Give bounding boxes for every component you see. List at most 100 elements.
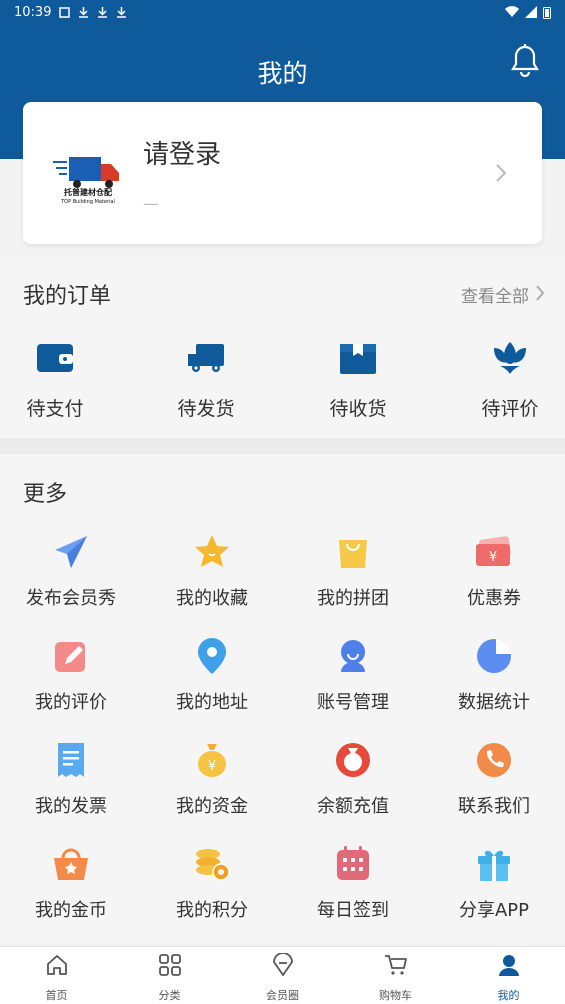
chevron-right-icon[interactable] (535, 284, 545, 302)
grid-item-coupons[interactable]: ¥ 优惠券 (424, 532, 564, 610)
order-pending-receipt[interactable]: 待收货 (308, 340, 408, 421)
tab-label: 会员圈 (266, 989, 299, 1002)
notification-icon (59, 6, 71, 18)
more-section: 更多 发布会员秀 我的收藏 我的拼团 ¥ 优惠券 我的评价 我的地址 账号管理 … (0, 454, 565, 944)
grid-label: 优惠券 (467, 588, 521, 609)
grid-item-check-in[interactable]: 每日签到 (283, 844, 423, 922)
grid-label: 分享APP (458, 900, 530, 921)
grid-label: 联系我们 (458, 796, 530, 817)
bottom-tab-bar: 首页 分类 会员圈 购物车 我的 (0, 946, 565, 1004)
phone-icon (477, 743, 511, 777)
pie-chart-icon (477, 639, 511, 673)
grid-label: 账号管理 (317, 692, 389, 713)
order-pending-payment[interactable]: 待支付 (5, 340, 105, 421)
coins-icon (196, 849, 230, 881)
grid-label: 我的地址 (176, 692, 248, 713)
order-pending-review[interactable]: 待评价 (460, 340, 560, 421)
tab-label: 我的 (497, 989, 520, 1002)
grid-item-favorites[interactable]: 我的收藏 (142, 532, 282, 610)
star-icon (195, 535, 229, 567)
status-bar: 10:39 (0, 0, 565, 24)
flower-icon (494, 342, 526, 374)
grid-label: 我的金币 (35, 900, 107, 921)
home-icon (46, 955, 67, 975)
grid-label: 我的发票 (35, 796, 107, 817)
signal-icon (525, 6, 537, 18)
wallet-icon (37, 344, 73, 372)
tab-label: 首页 (45, 989, 68, 1002)
download-icon (98, 7, 108, 18)
logo-text: 托普建材仓配 (64, 188, 112, 197)
grid-item-share-app[interactable]: 分享APP (424, 844, 564, 922)
login-card[interactable]: 托普建材仓配 TOP Building Material 请登录 — (23, 102, 542, 244)
login-title[interactable]: 请登录 (143, 134, 221, 171)
more-title: 更多 (23, 482, 68, 507)
calendar-icon (337, 846, 369, 880)
order-label: 待评价 (481, 398, 539, 420)
user-icon (341, 640, 365, 672)
box-icon (340, 344, 376, 374)
page-title: 我的 (257, 59, 308, 88)
grid-label: 我的资金 (176, 796, 248, 817)
tab-member-circle[interactable]: 会员圈 (226, 952, 339, 1003)
grid-label: 我的评价 (35, 692, 107, 713)
money-bag-icon: ¥ (198, 744, 226, 777)
chevron-right-icon (496, 164, 507, 182)
order-pending-shipment[interactable]: 待发货 (156, 340, 256, 421)
coupon-icon: ¥ (476, 536, 511, 566)
orders-title: 我的订单 (23, 284, 112, 309)
grid-item-recharge[interactable]: 余额充值 (283, 740, 423, 818)
cart-icon (384, 955, 407, 975)
edit-icon (55, 642, 85, 672)
grid-label: 发布会员秀 (26, 588, 116, 609)
order-label: 待发货 (177, 398, 235, 420)
invoice-icon (58, 743, 84, 777)
orders-section: 我的订单 查看全部 待支付 待发货 待收货 待评价 (0, 262, 565, 438)
view-all-link[interactable]: 查看全部 (461, 282, 529, 307)
login-subtitle: — (143, 194, 159, 213)
grid-item-funds[interactable]: ¥ 我的资金 (142, 740, 282, 818)
grid-item-points[interactable]: 我的积分 (142, 844, 282, 922)
gift-icon (478, 850, 510, 881)
battery-icon (543, 6, 551, 19)
grid-item-group-buy[interactable]: 我的拼团 (283, 532, 423, 610)
tab-category[interactable]: 分类 (113, 953, 226, 1003)
tab-home[interactable]: 首页 (0, 953, 113, 1003)
download-icon (79, 7, 89, 18)
svg-text:¥: ¥ (208, 759, 216, 774)
location-icon (198, 638, 226, 674)
grid-label: 数据统计 (458, 692, 530, 713)
svg-text:¥: ¥ (489, 550, 497, 565)
grid-item-contact[interactable]: 联系我们 (424, 740, 564, 818)
grid-label: 我的积分 (176, 900, 248, 921)
basket-icon (54, 848, 88, 880)
order-label: 待支付 (26, 398, 84, 420)
grid-item-my-address[interactable]: 我的地址 (142, 636, 282, 714)
tab-profile[interactable]: 我的 (452, 953, 565, 1003)
shopping-bag-icon (339, 540, 367, 568)
category-icon (158, 954, 181, 976)
logo-subtext: TOP Building Material (61, 199, 115, 205)
grid-item-gold-coins[interactable]: 我的金币 (1, 844, 141, 922)
order-label: 待收货 (329, 398, 387, 420)
profile-icon (498, 955, 519, 976)
section-divider (0, 438, 565, 454)
wifi-icon (505, 6, 519, 18)
tab-cart[interactable]: 购物车 (339, 953, 452, 1003)
grid-label: 我的拼团 (317, 588, 389, 609)
grid-label: 我的收藏 (176, 588, 248, 609)
grid-item-account[interactable]: 账号管理 (283, 636, 423, 714)
tab-label: 购物车 (379, 989, 412, 1002)
grid-label: 余额充值 (317, 796, 389, 817)
grid-item-statistics[interactable]: 数据统计 (424, 636, 564, 714)
diamond-icon (272, 952, 293, 976)
recharge-icon (336, 743, 370, 777)
truck-icon (188, 344, 224, 372)
tab-label: 分类 (158, 989, 181, 1002)
grid-item-invoices[interactable]: 我的发票 (1, 740, 141, 818)
grid-label: 每日签到 (317, 900, 389, 921)
download-icon (117, 7, 127, 18)
bell-icon[interactable] (511, 44, 539, 78)
grid-item-my-reviews[interactable]: 我的评价 (1, 636, 141, 714)
grid-item-post-show[interactable]: 发布会员秀 (1, 532, 141, 610)
